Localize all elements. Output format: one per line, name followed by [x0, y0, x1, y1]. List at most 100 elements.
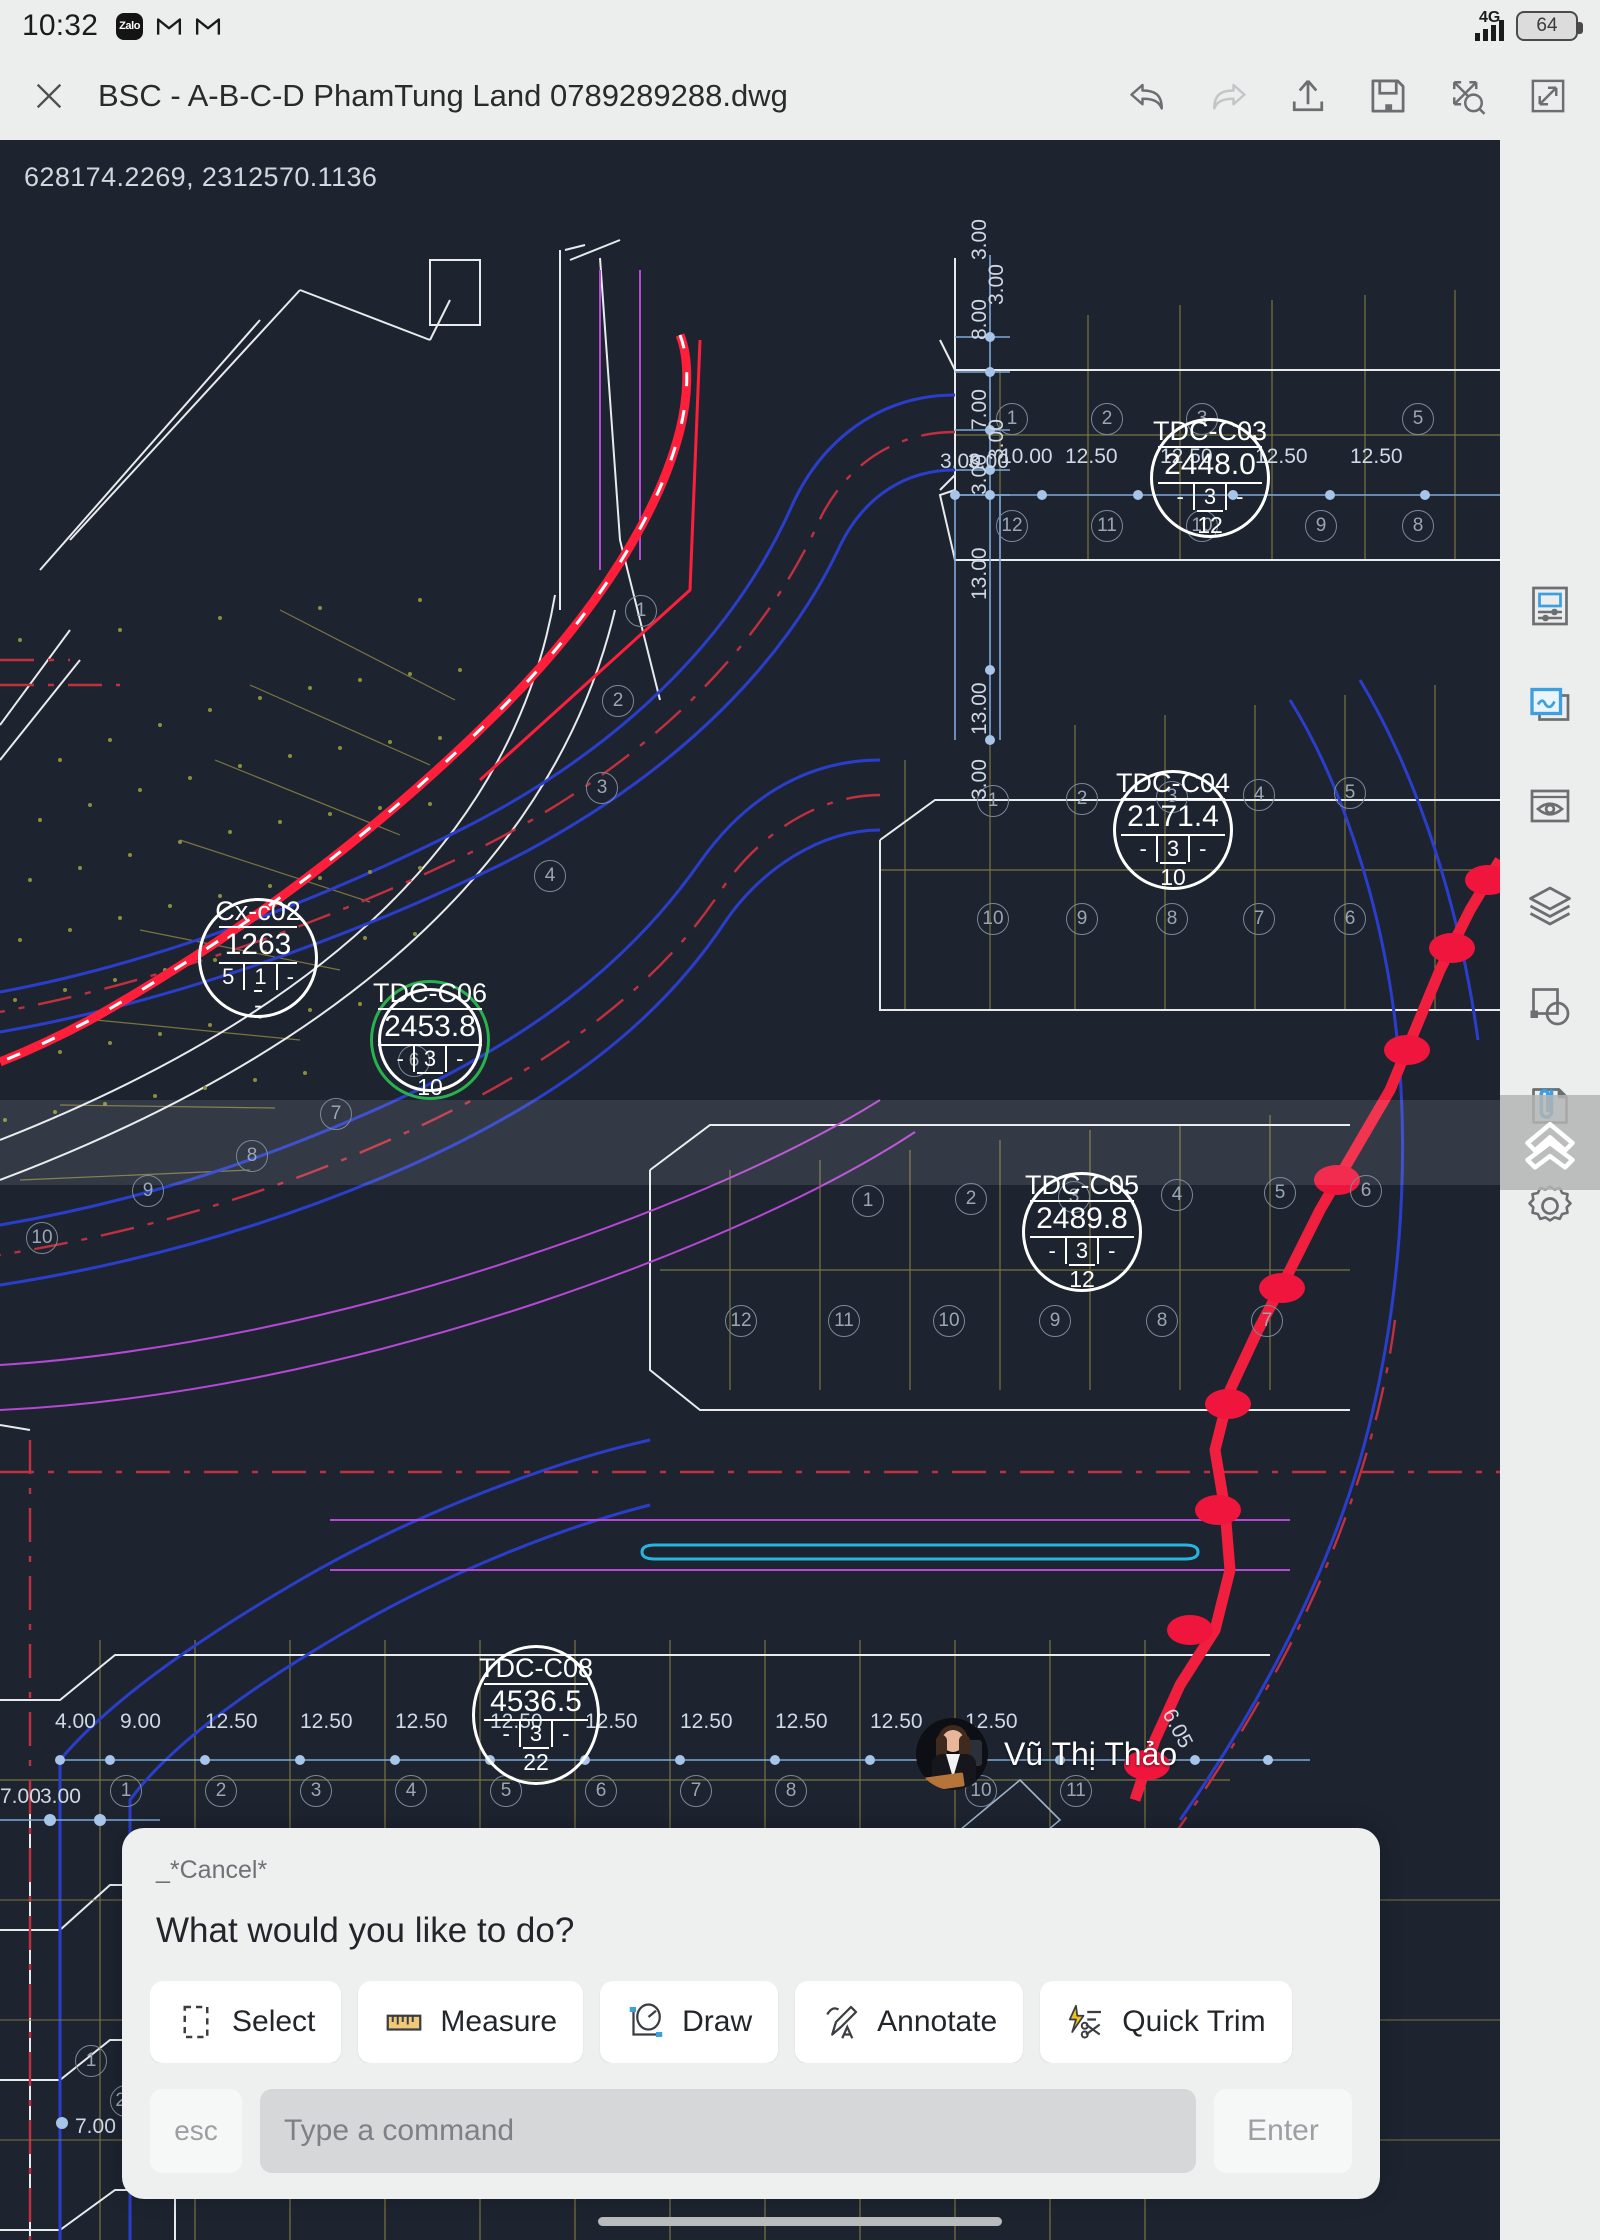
command-input[interactable]: Type a command [260, 2089, 1196, 2173]
save-button[interactable] [1362, 70, 1414, 122]
parcel-attr-left: 5 [213, 963, 246, 990]
parcel-area: 4536.5 [484, 1683, 588, 1721]
parcel-label-tdc-c05[interactable]: TDC-C05 2489.8 - 3 - 12 [1022, 1172, 1142, 1292]
sidebar-item-viewport[interactable] [1500, 670, 1600, 742]
share-button[interactable] [1282, 70, 1334, 122]
parcel-area: 2453.8 [378, 1008, 482, 1046]
tool-chip-list: Select Measure Draw Annotate Quick Trim [150, 1981, 1352, 2063]
parcel-attr-left: - [388, 1045, 415, 1072]
dimension-label: 3.00 [985, 419, 1008, 460]
parcel-code: TDC-C04 [1116, 768, 1231, 799]
parcel-label-cx-c02[interactable]: Cx-c02 1263 5 1 - - [198, 898, 318, 1018]
battery-percent-label: 64 [1536, 15, 1558, 36]
annotate-tool-label: Annotate [877, 2005, 998, 2038]
parcel-code: TDC-C03 [1153, 416, 1268, 447]
dimension-label: 12.50 [205, 1710, 258, 1733]
lot-number: 9 [132, 1175, 164, 1207]
lot-number: 5 [1334, 777, 1366, 809]
sidebar-item-visibility[interactable] [1500, 770, 1600, 842]
parcel-attr-left: - [1168, 483, 1195, 510]
fullscreen-button[interactable] [1522, 70, 1574, 122]
signal-strength-icon: 4G [1475, 9, 1504, 41]
lot-number: 4 [1243, 779, 1275, 811]
lot-number: 2 [1066, 783, 1098, 815]
dimension-label: 12.50 [775, 1710, 828, 1733]
red-leader-line [478, 339, 702, 782]
command-input-row: esc Type a command Enter [150, 2089, 1352, 2173]
parcel-attr-mid: 3 [521, 1720, 554, 1747]
parcel-area: 2171.4 [1121, 798, 1225, 836]
parcel-label-tdc-c04[interactable]: TDC-C04 2171.4 - 3 - 10 [1113, 770, 1233, 890]
parcel-code: TDC-C06 [373, 978, 488, 1009]
lot-number: 1 [110, 1775, 142, 1807]
parcel-area: 2448.0 [1158, 446, 1262, 484]
parcel-attributes: - 3 - [494, 1720, 579, 1747]
redo-button[interactable] [1202, 70, 1254, 122]
lot-number: 11 [828, 1305, 860, 1337]
video-participant-overlay[interactable]: Vũ Thị Thảo [916, 1718, 1177, 1790]
parcel-attr-left: - [1040, 1237, 1067, 1264]
lot-number: 10 [933, 1305, 965, 1337]
select-tool-button[interactable]: Select [150, 1981, 342, 2063]
parcel-attributes: - 3 - [388, 1045, 473, 1072]
parcel-attr-right: - [1236, 483, 1244, 509]
properties-panel-icon [1532, 586, 1568, 626]
parcel-code: Cx-c02 [215, 896, 301, 927]
parcel-attr-mid: 3 [415, 1045, 448, 1072]
esc-button[interactable]: esc [150, 2089, 242, 2173]
lot-number: 2 [1091, 403, 1123, 435]
last-command-echo: _*Cancel* [156, 1856, 268, 1884]
dimension-label: 4.00 [55, 1710, 96, 1733]
app-root: 10:32 Zalo 4G 64 BSC - A-B-C-D PhamTung … [0, 0, 1600, 2240]
status-bar-system-icons: 4G 64 [1475, 9, 1583, 41]
parcel-attr-mid: 3 [1158, 835, 1191, 862]
dimension-label: 7.00 [0, 1785, 41, 1808]
select-tool-label: Select [232, 2005, 316, 2038]
lot-number: 7 [320, 1098, 352, 1130]
parcel-code: TDC-C05 [1025, 1170, 1140, 1201]
ruler-icon [387, 2014, 422, 2031]
lot-number: 6 [1334, 903, 1366, 935]
gmail-icon [157, 18, 182, 35]
parcel-attr-right: - [286, 963, 294, 989]
parcel-attributes: - 3 - [1131, 835, 1216, 862]
lot-number: 1 [852, 1185, 884, 1217]
measure-tool-button[interactable]: Measure [358, 1981, 584, 2063]
dimension-label: 12.50 [300, 1710, 353, 1733]
lot-number: 5 [1402, 403, 1434, 435]
parcel-label-tdc-c08[interactable]: TDC-C08 4536.5 - 3 - 22 [472, 1645, 600, 1785]
dimension-label: 12.50 [1350, 445, 1403, 468]
parcel-attr-right: - [562, 1720, 570, 1746]
gmail-icon [196, 18, 221, 35]
parcel-label-tdc-c03[interactable]: TDC-C03 2448.0 - 3 - 12 [1150, 418, 1270, 538]
close-document-button[interactable] [26, 73, 72, 119]
dashed-rectangle-icon [183, 2005, 209, 2039]
arc-draw-icon [629, 2003, 663, 2037]
draw-tool-button[interactable]: Draw [600, 1981, 779, 2063]
dimension-label: 9.00 [120, 1710, 161, 1733]
quick-trim-tool-button[interactable]: Quick Trim [1040, 1981, 1292, 2063]
sidebar-item-layers[interactable] [1500, 870, 1600, 942]
dimension-lines [0, 255, 1500, 1821]
lot-number: 12 [725, 1305, 757, 1337]
parcel-lot-count: 10 [417, 1071, 443, 1100]
floppy-disk-icon [1371, 79, 1405, 113]
lot-number: 10 [977, 903, 1009, 935]
sidebar-item-properties[interactable] [1500, 570, 1600, 642]
dimension-label: 12.50 [680, 1710, 733, 1733]
lot-number: 9 [1039, 1305, 1071, 1337]
sidebar-item-object-snap[interactable] [1500, 970, 1600, 1042]
layers-icon [1529, 886, 1571, 926]
annotate-tool-button[interactable]: Annotate [795, 1981, 1024, 2063]
parcel-attr-right: - [1108, 1237, 1116, 1263]
undo-button[interactable] [1122, 70, 1174, 122]
participant-name: Vũ Thị Thảo [1004, 1735, 1178, 1772]
enter-button[interactable]: Enter [1214, 2089, 1352, 2173]
zalo-icon: Zalo [116, 12, 144, 40]
layers-preview-icon [1530, 687, 1570, 721]
measure-tool-label: Measure [440, 2005, 558, 2038]
lot-number: 3 [586, 772, 618, 804]
parcel-label-tdc-c06[interactable]: TDC-C06 2453.8 - 3 - 10 [370, 980, 490, 1100]
zoom-extents-button[interactable] [1442, 70, 1494, 122]
lot-number: 9 [1305, 510, 1337, 542]
